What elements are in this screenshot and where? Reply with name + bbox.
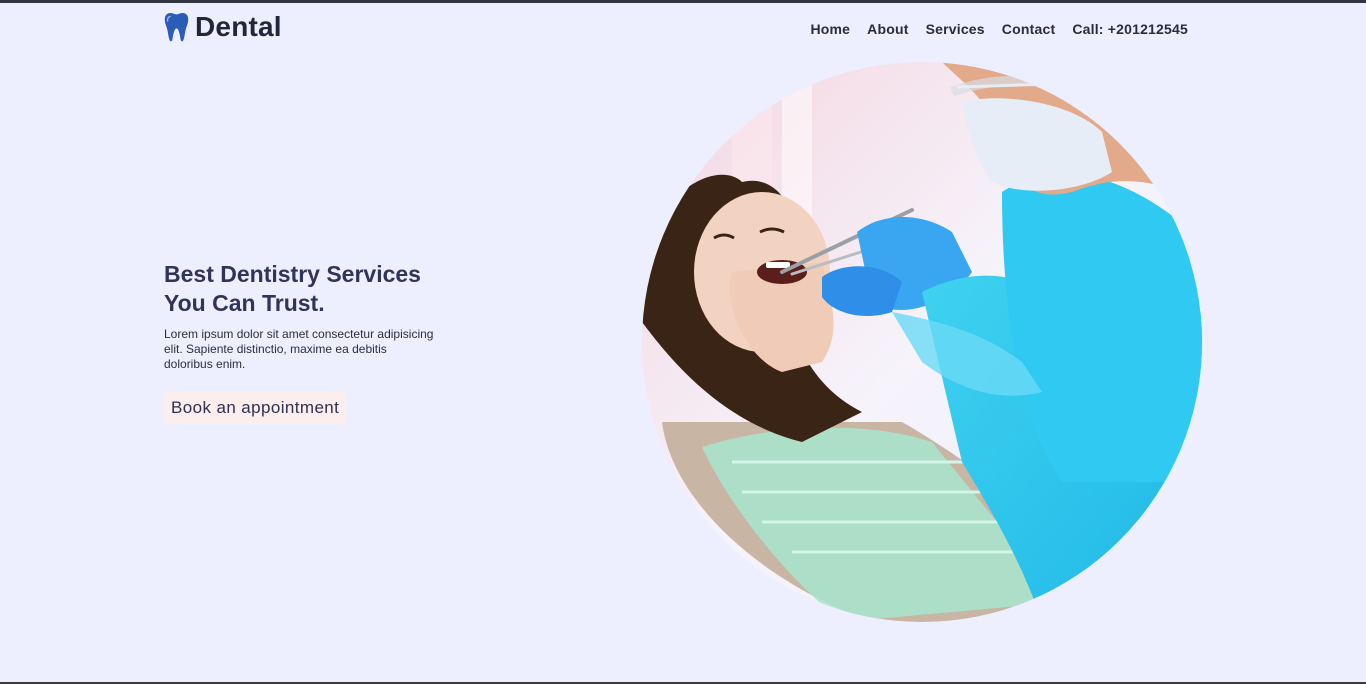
- nav-home[interactable]: Home: [810, 21, 850, 37]
- dentist-patient-illustration: [642, 62, 1202, 622]
- hero-section: Best Dentistry Services You Can Trust. L…: [164, 260, 464, 424]
- nav-services[interactable]: Services: [926, 21, 985, 37]
- hero-title: Best Dentistry Services You Can Trust.: [164, 260, 464, 318]
- tooth-icon: [164, 13, 189, 42]
- site-header: Dental Home About Services Contact Call:…: [164, 10, 1188, 48]
- brand-name: Dental: [195, 11, 282, 42]
- book-appointment-button[interactable]: Book an appointment: [164, 392, 347, 424]
- top-border: [0, 0, 1366, 3]
- nav-contact[interactable]: Contact: [1002, 21, 1056, 37]
- logo[interactable]: Dental: [164, 10, 282, 44]
- hero-description: Lorem ipsum dolor sit amet consectetur a…: [164, 327, 434, 371]
- hero-title-line1: Best Dentistry Services: [164, 261, 421, 287]
- nav-call-phone[interactable]: Call: +201212545: [1072, 21, 1188, 37]
- hero-image: [642, 62, 1202, 622]
- main-nav: Home About Services Contact Call: +20121…: [810, 21, 1188, 37]
- hero-title-line2: You Can Trust.: [164, 290, 325, 316]
- nav-about[interactable]: About: [867, 21, 908, 37]
